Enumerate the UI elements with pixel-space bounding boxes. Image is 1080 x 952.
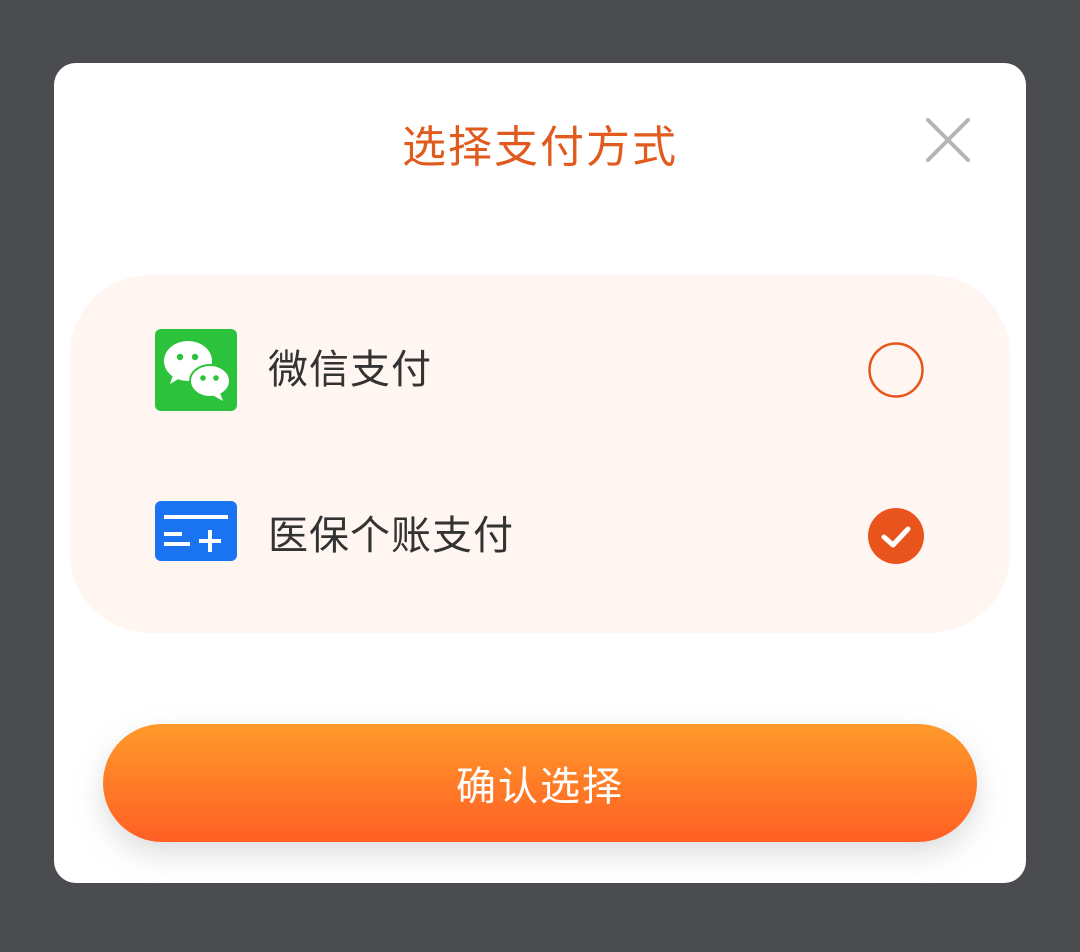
payment-option-label: 微信支付 <box>268 347 432 393</box>
payment-options-list: 微信支付 医保个账支付 <box>70 275 1010 633</box>
radio-checked-icon[interactable] <box>868 508 924 564</box>
radio-unchecked-icon[interactable] <box>868 342 924 398</box>
payment-option-medical-insurance[interactable]: 医保个账支付 <box>70 461 1010 611</box>
medical-insurance-card-icon <box>155 501 237 561</box>
confirm-selection-button[interactable]: 确认选择 <box>103 724 977 842</box>
close-icon <box>926 118 970 162</box>
dialog-title: 选择支付方式 <box>402 122 678 173</box>
payment-option-label: 医保个账支付 <box>268 513 514 559</box>
wechat-pay-icon <box>155 329 237 411</box>
payment-method-dialog: 选择支付方式 微信支付 医保个账支付 确认选择 <box>54 63 1026 883</box>
payment-option-wechat[interactable]: 微信支付 <box>70 295 1010 445</box>
close-button[interactable] <box>926 118 970 162</box>
